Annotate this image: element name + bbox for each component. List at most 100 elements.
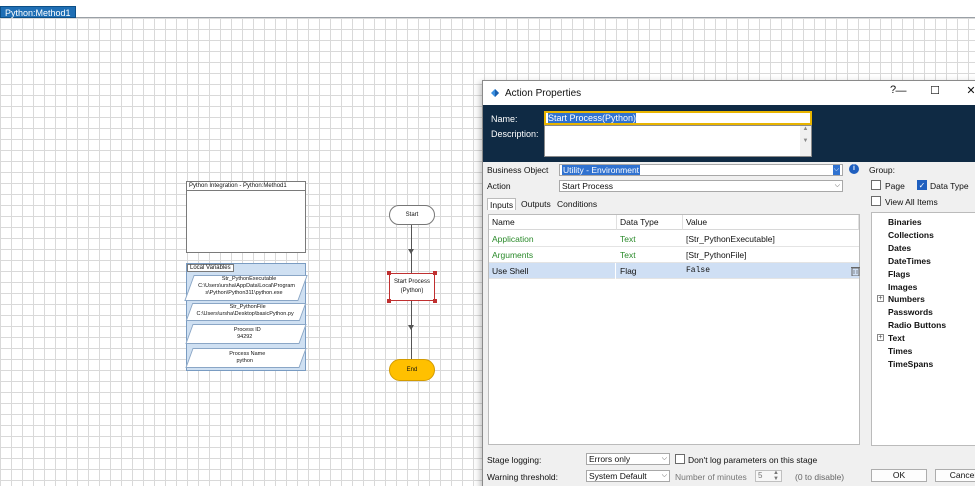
stepper-arrows-icon: ▲ ▼ <box>773 470 779 482</box>
tree-item-dates[interactable]: Dates <box>888 243 911 253</box>
tree-item-text[interactable]: Text <box>888 333 905 343</box>
warning-threshold-label: Warning threshold: <box>487 472 559 482</box>
table-row[interactable]: Application Text [Str_PythonExecutable] <box>489 231 859 247</box>
description-scrollbar[interactable]: ▲ ▼ <box>800 126 811 156</box>
data-item-value: C:\Users\ursha\Desktop\basicPython.py <box>196 311 294 317</box>
tree-item-radio-buttons[interactable]: Radio Buttons <box>888 320 946 330</box>
chevron-down-icon: ⌵ <box>834 182 840 189</box>
action-select[interactable]: Start Process ⌵ <box>559 180 843 192</box>
tab-python-method1[interactable]: Python:Method1 <box>0 6 76 18</box>
name-label: Name: <box>491 114 518 124</box>
local-variables-block[interactable]: Local Variables Str_PythonExecutable C:\… <box>184 263 308 371</box>
info-icon[interactable]: i <box>849 164 859 174</box>
page-checkbox[interactable] <box>871 180 881 190</box>
start-process-action-stage[interactable]: Start Process (Python) <box>389 273 435 301</box>
expand-icon[interactable]: + <box>877 334 884 341</box>
minimize-button[interactable]: — <box>891 85 911 97</box>
param-type: Text <box>620 250 636 260</box>
param-value[interactable]: [Str_PythonExecutable] <box>683 231 775 247</box>
chevron-down-icon: ⌵ <box>661 472 667 479</box>
param-value[interactable]: False <box>683 263 710 279</box>
param-name: Arguments <box>492 250 534 260</box>
tab-strip: Python:Method1 <box>0 0 975 18</box>
data-item-name: Str_PythonFile <box>229 304 266 310</box>
data-item-process-name[interactable]: Process Name python <box>185 348 307 368</box>
resize-handle[interactable] <box>433 299 437 303</box>
tree-item-images[interactable]: Images <box>888 282 917 292</box>
tree-item-times[interactable]: Times <box>888 346 912 356</box>
close-button[interactable]: ✕ <box>961 84 975 97</box>
tree-item-collections[interactable]: Collections <box>888 230 934 240</box>
view-all-items-label: View All Items <box>885 197 938 207</box>
column-header-name[interactable]: Name <box>489 215 617 230</box>
param-type: Flag <box>620 266 637 276</box>
column-header-value[interactable]: Value <box>683 215 859 230</box>
param-name: Use Shell <box>492 266 529 276</box>
ok-button[interactable]: OK <box>871 469 927 482</box>
data-type-checkbox[interactable]: ✓ <box>917 180 927 190</box>
link-arrow <box>408 325 414 330</box>
link-line <box>411 301 412 359</box>
data-item-name: Process Name <box>229 351 266 357</box>
maximize-button[interactable]: ☐ <box>925 84 945 97</box>
data-item-process-id[interactable]: Process ID 94292 <box>185 324 307 344</box>
page-checkbox-label: Page <box>885 181 905 191</box>
data-item-name: Process ID <box>233 327 261 333</box>
action-stage-label: Start Process <box>393 279 430 285</box>
column-header-data-type[interactable]: Data Type <box>617 215 683 230</box>
data-type-checkbox-label: Data Type <box>930 181 969 191</box>
data-item-python-file[interactable]: Str_PythonFile C:\Users\ursha\Desktop\ba… <box>185 303 307 321</box>
tree-item-binaries[interactable]: Binaries <box>888 217 922 227</box>
warning-threshold-select[interactable]: System Default ⌵ <box>586 470 670 482</box>
tree-item-datetimes[interactable]: DateTimes <box>888 256 931 266</box>
cancel-button[interactable]: Cancel <box>935 469 975 482</box>
business-object-value: Utility - Environment <box>562 165 641 175</box>
resize-handle[interactable] <box>433 271 437 275</box>
action-stage-label: (Python) <box>400 288 424 294</box>
chevron-down-icon: ⌵ <box>661 455 667 462</box>
data-item-value: 94292 <box>237 334 253 340</box>
data-item-python-executable[interactable]: Str_PythonExecutable C:\Users\ursha\AppD… <box>184 275 308 301</box>
description-label: Description: <box>491 129 539 139</box>
number-of-minutes-label: Number of minutes <box>675 472 747 482</box>
stage-logging-value: Errors only <box>589 454 631 464</box>
action-value: Start Process <box>562 181 614 191</box>
tree-item-timespans[interactable]: TimeSpans <box>888 359 933 369</box>
description-input[interactable]: ▲ ▼ <box>544 125 812 157</box>
start-stage[interactable]: Start <box>389 205 435 225</box>
business-object-select[interactable]: Utility - Environment ⌵ <box>559 164 843 176</box>
minutes-hint: (0 to disable) <box>795 472 845 482</box>
dont-log-checkbox[interactable] <box>675 454 685 464</box>
inputs-grid: Name Data Type Value Application Text [S… <box>488 214 860 445</box>
table-row-selected[interactable]: Use Shell Flag False <box>489 263 860 279</box>
trash-icon[interactable] <box>851 266 860 276</box>
tab-inputs[interactable]: Inputs <box>487 198 517 210</box>
data-item-value: C:\Users\ursha\AppData\Local\Program <box>198 283 295 289</box>
param-value[interactable]: [Str_PythonFile] <box>683 247 746 263</box>
resize-handle[interactable] <box>387 271 391 275</box>
minutes-stepper[interactable]: 5 ▲ ▼ <box>755 470 782 482</box>
name-input[interactable]: Start Process(Python) <box>544 111 812 125</box>
minutes-value: 5 <box>758 471 763 480</box>
link-arrow <box>408 249 414 254</box>
tree-item-numbers[interactable]: Numbers <box>888 294 925 304</box>
expand-icon[interactable]: + <box>877 295 884 302</box>
action-label: Action <box>487 181 511 191</box>
dialog-titlebar[interactable]: Action Properties ? — ☐ ✕ <box>483 81 975 105</box>
page-info-box[interactable]: Python Integration - Python:Method1 <box>186 181 306 253</box>
end-stage[interactable]: End <box>389 359 435 381</box>
resize-handle[interactable] <box>387 299 391 303</box>
dialog-header: Name: Description: Start Process(Python)… <box>483 105 975 162</box>
tab-conditions[interactable]: Conditions <box>555 198 599 210</box>
action-properties-dialog: Action Properties ? — ☐ ✕ Name: Descript… <box>482 80 975 486</box>
tree-item-passwords[interactable]: Passwords <box>888 307 933 317</box>
stage-logging-select[interactable]: Errors only ⌵ <box>586 453 670 465</box>
business-object-label: Business Object <box>487 165 549 175</box>
table-row[interactable]: Arguments Text [Str_PythonFile] <box>489 247 859 263</box>
data-item-value: python <box>236 358 253 364</box>
tree-item-flags[interactable]: Flags <box>888 269 910 279</box>
chevron-down-icon: ⌵ <box>832 165 840 175</box>
view-all-items-checkbox[interactable] <box>871 196 881 206</box>
tab-outputs[interactable]: Outputs <box>519 198 553 210</box>
data-item-tree: Binaries Collections Dates DateTimes Fla… <box>871 212 975 446</box>
